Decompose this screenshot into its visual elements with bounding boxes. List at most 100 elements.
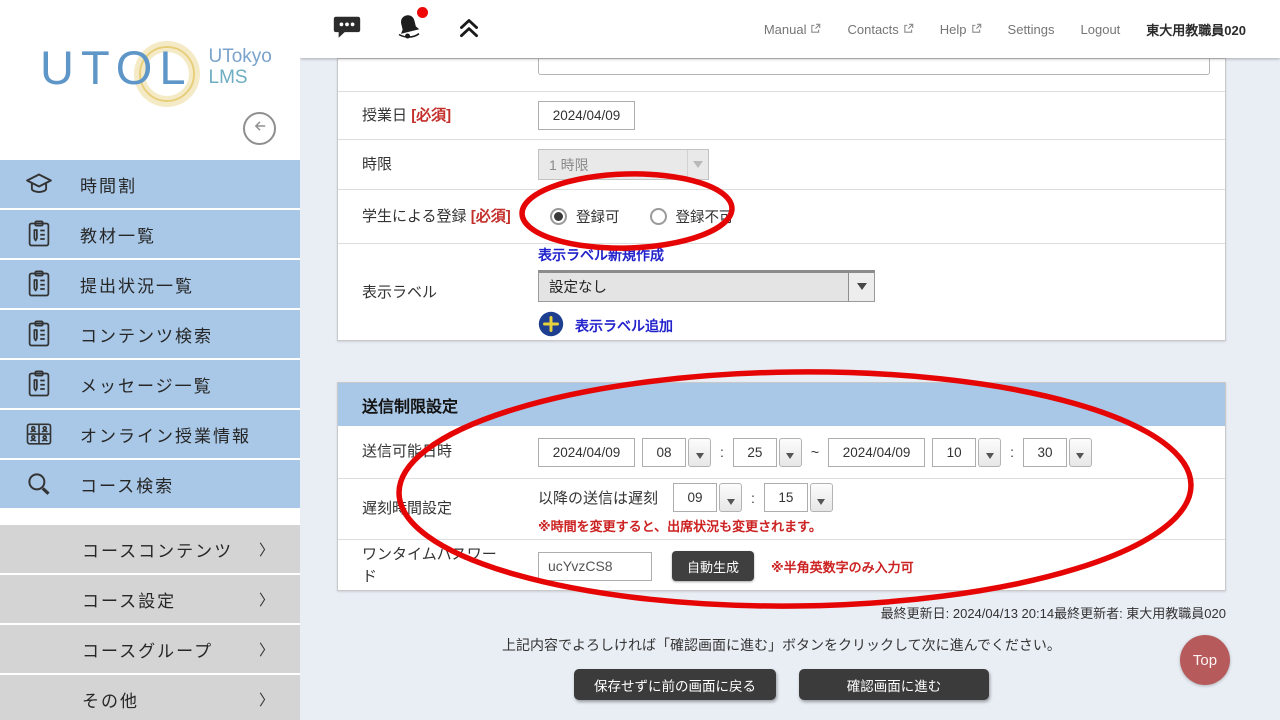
chat-button[interactable]	[332, 14, 362, 45]
top-bar-icons	[332, 10, 482, 49]
start-hour-input[interactable]	[642, 438, 686, 467]
sidebar-item-course-group[interactable]: コースグループ 〉	[0, 625, 300, 673]
external-link-icon	[971, 22, 982, 37]
late-time-row: 遅刻時間設定 以降の送信は遅刻 : ※時間を変更すると、出席状況も変更されます。	[338, 478, 1225, 539]
main-content: 授業日 [必須] 時限 1 時限 学生による登録 [必須] 登録可	[300, 58, 1280, 720]
available-period-row: 送信可能日時 : ~ :	[338, 426, 1225, 478]
chevron-right-icon: 〉	[259, 589, 274, 610]
spinner-down-button[interactable]	[719, 483, 742, 512]
settings-link[interactable]: Settings	[1008, 22, 1055, 37]
contacts-link[interactable]: Contacts	[847, 22, 913, 37]
student-registration-label: 学生による登録 [必須]	[362, 206, 538, 228]
notification-badge-dot	[417, 7, 428, 18]
end-minute-input[interactable]	[1023, 438, 1067, 467]
manual-link[interactable]: Manual	[764, 22, 822, 37]
spinner-down-button[interactable]	[978, 438, 1001, 467]
spinner-down-button[interactable]	[1069, 438, 1092, 467]
chevron-down-icon	[848, 273, 874, 301]
one-time-password-row: ワンタイムパスワード 自動生成 ※半角英数字のみ入力可	[338, 539, 1225, 591]
notifications-bell-button[interactable]	[392, 10, 426, 49]
sidebar-item-content-search[interactable]: コンテンツ検索	[0, 310, 300, 358]
display-label-select[interactable]: 設定なし	[538, 270, 875, 302]
radio-registration-not-allowed[interactable]: 登録不可	[650, 206, 734, 227]
class-date-label: 授業日 [必須]	[362, 105, 538, 127]
end-hour-input[interactable]	[932, 438, 976, 467]
spinner-down-button[interactable]	[688, 438, 711, 467]
proceed-to-confirm-button[interactable]: 確認画面に進む	[799, 669, 989, 700]
sidebar-item-others[interactable]: その他 〉	[0, 675, 300, 720]
late-minute-input[interactable]	[764, 483, 808, 512]
top-bar-links: Manual Contacts Help Settings Logout 東大用…	[764, 20, 1280, 39]
clipboard-icon	[22, 317, 56, 351]
display-label-row: 表示ラベル 表示ラベル新規作成 設定なし 表示ラベル追加	[338, 243, 1225, 341]
external-link-icon	[810, 22, 821, 37]
logout-link[interactable]: Logout	[1081, 22, 1121, 37]
clipboard-icon	[22, 217, 56, 251]
instruction-text: 上記内容でよろしければ「確認画面に進む」ボタンをクリックして次に進んでください。	[337, 635, 1226, 655]
late-time-warning-note: ※時間を変更すると、出席状況も変更されます。	[538, 516, 833, 535]
sidebar-item-online-class-info[interactable]: オンライン授業情報	[0, 410, 300, 458]
period-select[interactable]: 1 時限	[538, 149, 709, 180]
add-display-label-button[interactable]: 表示ラベル追加	[538, 311, 875, 342]
radio-registration-allowed[interactable]: 登録可	[550, 206, 620, 227]
student-registration-radio-group: 登録可 登録不可	[550, 206, 754, 227]
one-time-password-note: ※半角英数字のみ入力可	[771, 557, 914, 576]
sidebar-menu: 時間割 教材一覧 提出状況一覧 コンテンツ検索 メッセージ一覧	[0, 160, 300, 720]
logged-in-user-name: 東大用教職員020	[1146, 20, 1246, 39]
display-label-label: 表示ラベル	[362, 282, 538, 304]
logo-subtitle: UTokyo LMS	[209, 47, 272, 89]
chevron-right-icon: 〉	[259, 539, 274, 560]
late-hour-spinner	[673, 483, 742, 512]
late-time-prefix: 以降の送信は遅刻	[538, 487, 658, 508]
period-row: 時限 1 時限	[338, 139, 1225, 189]
sidebar-item-materials[interactable]: 教材一覧	[0, 210, 300, 258]
sidebar-collapse-button[interactable]	[243, 112, 276, 145]
start-date-input[interactable]	[538, 438, 635, 467]
late-hour-input[interactable]	[673, 483, 717, 512]
clipboard-icon	[22, 267, 56, 301]
start-minute-input[interactable]	[733, 438, 777, 467]
auto-generate-button[interactable]: 自動生成	[672, 551, 754, 581]
scroll-to-top-button[interactable]: Top	[1180, 635, 1230, 685]
sidebar-item-course-settings[interactable]: コース設定 〉	[0, 575, 300, 623]
sidebar-item-course-contents[interactable]: コースコンテンツ 〉	[0, 525, 300, 573]
sidebar-item-messages[interactable]: メッセージ一覧	[0, 360, 300, 408]
end-date-input[interactable]	[828, 438, 925, 467]
one-time-password-label: ワンタイムパスワード	[362, 544, 538, 588]
scrolled-field-row	[338, 59, 1225, 91]
scrolled-field-input[interactable]	[538, 58, 1210, 75]
sidebar-item-course-search[interactable]: コース検索	[0, 460, 300, 508]
external-link-icon	[903, 22, 914, 37]
last-updated-text: 最終更新日: 2024/04/13 20:14最終更新者: 東大用教職員020	[881, 603, 1226, 622]
search-icon	[22, 467, 56, 501]
sidebar-item-timetable[interactable]: 時間割	[0, 160, 300, 208]
radio-unselected-icon	[650, 208, 667, 225]
collapse-header-button[interactable]	[456, 14, 482, 45]
sidebar: UTOL UTokyo LMS 時間割 教材一覧 提出状況一覧	[0, 0, 300, 720]
back-without-save-button[interactable]: 保存せずに前の画面に戻る	[574, 669, 776, 700]
arrow-left-icon	[250, 116, 270, 141]
late-time-label: 遅刻時間設定	[362, 498, 538, 520]
start-hour-spinner	[642, 438, 711, 467]
logo-text: UTOL	[40, 41, 193, 94]
class-date-row: 授業日 [必須]	[338, 91, 1225, 139]
chevron-right-icon: 〉	[259, 689, 274, 710]
spinner-down-button[interactable]	[779, 438, 802, 467]
start-minute-spinner	[733, 438, 802, 467]
sidebar-item-submission-status[interactable]: 提出状況一覧	[0, 260, 300, 308]
one-time-password-input[interactable]	[538, 552, 652, 581]
sidebar-course-menu: コースコンテンツ 〉 コース設定 〉 コースグループ 〉 その他 〉	[0, 525, 300, 720]
attendance-settings-card: 授業日 [必須] 時限 1 時限 学生による登録 [必須] 登録可	[337, 58, 1226, 341]
available-period-label: 送信可能日時	[362, 441, 538, 463]
period-label: 時限	[362, 154, 538, 176]
student-registration-row: 学生による登録 [必須] 登録可 登録不可	[338, 189, 1225, 243]
chevron-down-icon	[687, 150, 708, 179]
plus-circle-icon	[538, 311, 564, 342]
end-minute-spinner	[1023, 438, 1092, 467]
required-badge: [必須]	[411, 107, 451, 124]
help-link[interactable]: Help	[940, 22, 982, 37]
spinner-down-button[interactable]	[810, 483, 833, 512]
class-date-input[interactable]	[538, 101, 635, 130]
create-display-label-link[interactable]: 表示ラベル新規作成	[538, 245, 875, 265]
clipboard-icon	[22, 367, 56, 401]
